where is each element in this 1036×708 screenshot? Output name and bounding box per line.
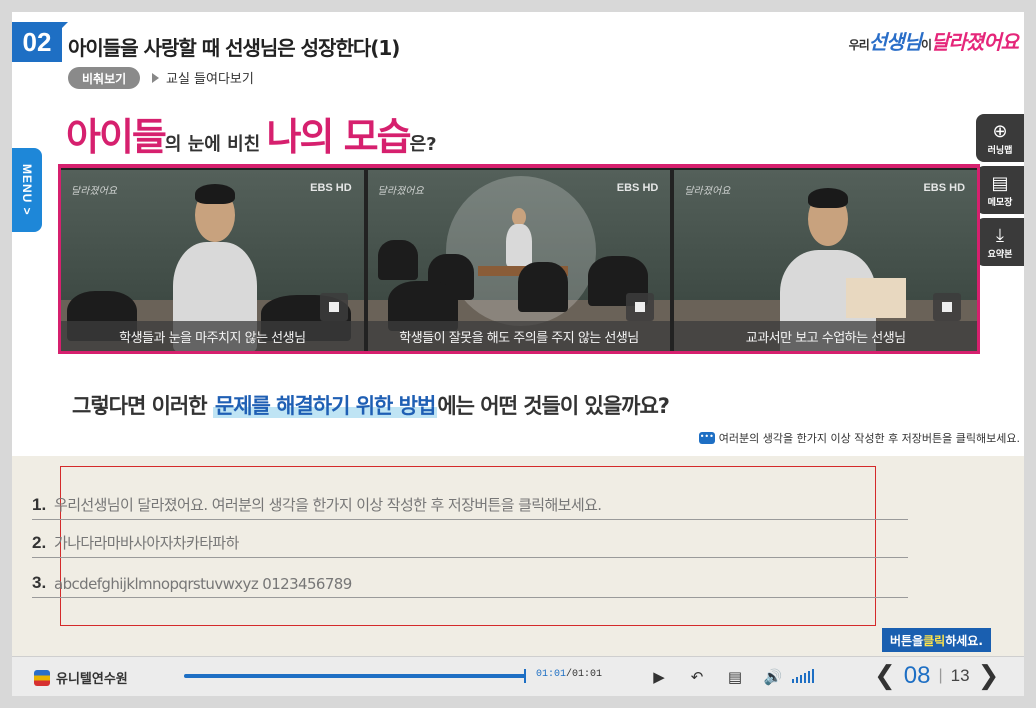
headline-part1: 아이들 xyxy=(66,115,167,159)
summary-label: 요약본 xyxy=(987,249,1013,260)
brand-tail: 달라졌어요 xyxy=(931,30,1019,54)
ebs-badge: EBS HD xyxy=(923,182,966,194)
page-total: 13 xyxy=(950,666,970,685)
hint-pre: 버튼을 xyxy=(890,633,924,648)
page-separator: | xyxy=(938,667,943,684)
student-silhouette xyxy=(517,262,568,312)
org-logo: 유니텔연수원 xyxy=(34,668,128,687)
video-thumb-1[interactable]: 달라졌어요 EBS HD 학생들과 눈을 마주치지 않는 선생님 xyxy=(61,170,364,351)
memo-label: 메모장 xyxy=(987,197,1013,208)
answer-line-2[interactable]: 2. 가나다라마바사아자차카타파하 xyxy=(32,526,908,558)
video-caption: 학생들이 잘못을 해도 주의를 주지 않는 선생님 xyxy=(367,321,671,351)
question-part2: 에는 어떤 것들이 있을까요? xyxy=(437,394,670,418)
lesson-title: 아이들을 사랑할 때 선생님은 성장한다(1) xyxy=(68,36,400,60)
page-navigator: ❮ 08 | 13 ❯ xyxy=(874,661,999,691)
page-current: 08 xyxy=(903,662,931,689)
menu-label: MENU > xyxy=(20,164,34,216)
instruction: ••• 여러분의 생각을 한가지 이상 작성한 후 저장버튼을 클릭해보세요. xyxy=(698,430,1020,446)
answer-text[interactable]: 우리선생님이 달라졌어요. 여러분의 생각을 한가지 이상 작성한 후 저장버튼… xyxy=(54,494,602,515)
headline-part2: 의 눈에 비친 xyxy=(164,134,267,155)
section-arrow-icon xyxy=(152,73,159,83)
video-caption: 교과서만 보고 수업하는 선생님 xyxy=(674,321,978,351)
student-silhouette xyxy=(377,240,418,280)
progress-handle[interactable] xyxy=(524,669,526,683)
headline-part4: 은? xyxy=(409,134,437,155)
learning-map-label: 러닝맵 xyxy=(987,145,1013,156)
question-highlight: 문제를 해결하기 위한 방법 xyxy=(212,394,438,418)
headline-part3: 나의 모습 xyxy=(266,115,412,159)
brand-logo: 우리선생님이달라졌어요 xyxy=(848,26,1019,55)
program-watermark: 달라졌어요 xyxy=(71,186,117,197)
question-text: 그렇다면 이러한 문제를 해결하기 위한 방법에는 어떤 것들이 있을까요? xyxy=(72,390,670,420)
teacher-hair xyxy=(808,188,849,208)
stop-icon[interactable] xyxy=(319,293,348,321)
ebs-badge: EBS HD xyxy=(616,182,659,194)
sub-title: 교실 들여다보기 xyxy=(166,72,254,87)
volume-icon[interactable]: 🔊 xyxy=(762,666,784,688)
prev-page-icon[interactable]: ❮ xyxy=(874,661,896,691)
answer-text[interactable]: 가나다라마바사아자차카타파하 xyxy=(54,532,239,553)
teacher-figure xyxy=(505,224,532,268)
memo-icon: ▤ xyxy=(991,172,1009,194)
summary-button[interactable]: ⤓ 요약본 xyxy=(976,218,1024,266)
stop-icon[interactable] xyxy=(933,293,962,321)
video-thumb-3[interactable]: 달라졌어요 EBS HD 교과서만 보고 수업하는 선생님 xyxy=(674,170,978,351)
click-hint: 버튼을 클릭 하세요. xyxy=(882,628,991,652)
hint-post: 하세요. xyxy=(945,633,983,648)
answer-line-3[interactable]: 3. abcdefghijklmnopqrstuvwxyz 0123456789 xyxy=(32,566,908,598)
answer-text[interactable]: abcdefghijklmnopqrstuvwxyz 0123456789 xyxy=(54,575,352,593)
time-current: 01:01 xyxy=(536,669,567,680)
memo-button[interactable]: ▤ 메모장 xyxy=(976,166,1024,214)
lesson-frame: 02 아이들을 사랑할 때 선생님은 성장한다(1) 비춰보기 교실 들여다보기… xyxy=(12,12,1024,696)
answer-line-1[interactable]: 1. 우리선생님이 달라졌어요. 여러분의 생각을 한가지 이상 작성한 후 저… xyxy=(32,488,908,520)
program-watermark: 달라졌어요 xyxy=(684,186,731,197)
progress-fill xyxy=(184,674,526,678)
brand-post: 이 xyxy=(920,38,932,52)
script-icon[interactable]: ▤ xyxy=(724,666,746,688)
play-icon[interactable]: ▶ xyxy=(648,666,670,688)
program-watermark: 달라졌어요 xyxy=(377,186,424,197)
time-display: 01:01/01:01 xyxy=(536,669,602,680)
time-total: 01:01 xyxy=(572,669,603,680)
org-name: 유니텔연수원 xyxy=(56,672,128,687)
brand-mid: 선생님 xyxy=(868,30,922,54)
replay-icon[interactable]: ↶ xyxy=(686,666,708,688)
brand-pre: 우리 xyxy=(848,38,870,52)
video-thumb-2[interactable]: 달라졌어요 EBS HD 학생들이 잘못을 해도 주의를 주지 않는 선생님 xyxy=(367,170,671,351)
volume-level[interactable] xyxy=(792,669,814,683)
textbook xyxy=(846,278,907,318)
progress-bar[interactable] xyxy=(184,674,526,678)
stop-icon[interactable] xyxy=(626,293,655,321)
teacher-hair xyxy=(195,184,235,204)
instruction-text: 여러분의 생각을 한가지 이상 작성한 후 저장버튼을 클릭해보세요. xyxy=(718,432,1020,445)
answer-number: 1. xyxy=(32,495,47,514)
answer-number: 2. xyxy=(32,533,47,552)
ebs-badge: EBS HD xyxy=(310,182,352,194)
video-caption: 학생들과 눈을 마주치지 않는 선생님 xyxy=(61,321,364,351)
video-strip: 달라졌어요 EBS HD 학생들과 눈을 마주치지 않는 선생님 달라졌어요 E… xyxy=(58,164,980,354)
learning-map-button[interactable]: ⊕ 러닝맵 xyxy=(976,114,1024,162)
next-page-icon[interactable]: ❯ xyxy=(978,661,1000,691)
org-logo-icon xyxy=(34,669,50,686)
question-part1: 그렇다면 이러한 xyxy=(72,394,213,418)
compass-icon: ⊕ xyxy=(992,120,1008,142)
chapter-number: 02 xyxy=(12,22,68,62)
headline: 아이들의 눈에 비친 나의 모습은? xyxy=(66,106,437,161)
player-control-bar: 유니텔연수원 01:01/01:01 ▶ ↶ ▤ 🔊 ❮ 08 | 13 ❯ xyxy=(12,656,1024,696)
download-icon: ⤓ xyxy=(996,224,1004,246)
answer-number: 3. xyxy=(32,573,47,592)
chat-bubble-icon: ••• xyxy=(698,432,715,444)
hint-strong: 클릭 xyxy=(923,633,946,648)
answer-zone: 1. 우리선생님이 달라졌어요. 여러분의 생각을 한가지 이상 작성한 후 저… xyxy=(12,456,1024,656)
section-tag: 비춰보기 xyxy=(68,67,141,89)
menu-tab-button[interactable]: MENU > xyxy=(12,148,42,232)
